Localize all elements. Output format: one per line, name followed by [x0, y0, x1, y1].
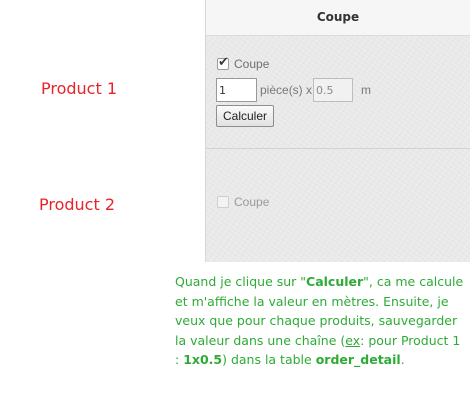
quantity-unit-label: pièce(s) x [260, 83, 313, 97]
coupe-column-header: Coupe [206, 0, 470, 36]
coupe-panel: Coupe ✔ Coupe pièce(s) x m Calculer Coup… [205, 0, 470, 262]
product-1-dimensions: pièce(s) x m [216, 78, 371, 102]
coupe-column-title: Coupe [316, 10, 360, 24]
product-1-coupe-checkbox[interactable]: ✔ [217, 55, 229, 70]
row-divider [206, 148, 470, 149]
calculer-button[interactable]: Calculer [216, 105, 275, 127]
product-1-coupe-option[interactable]: ✔ Coupe [217, 55, 270, 71]
product-2-coupe-checkbox[interactable] [217, 196, 229, 208]
note-text-5: . [400, 352, 405, 368]
note-table-name: order_detail [315, 352, 401, 368]
note-text-4: ) dans la table [222, 352, 316, 368]
explanation-note: Quand je clique sur "Calculer", ca me ca… [175, 272, 465, 370]
length-unit-label: m [361, 83, 372, 97]
product-2-label: Product 2 [39, 195, 116, 214]
page: Product 1 Product 2 Coupe ✔ Coupe pièce(… [0, 0, 470, 401]
product-1-label: Product 1 [41, 79, 118, 98]
note-example-value: 1x0.5 [183, 352, 223, 368]
note-ex-label: ex [345, 332, 361, 348]
product-2-coupe-label: Coupe [234, 195, 270, 209]
note-button-ref: Calculer [306, 274, 364, 289]
product-2-coupe-option[interactable]: Coupe [217, 195, 269, 209]
product-1-coupe-label: Coupe [234, 57, 270, 71]
length-input[interactable] [313, 78, 354, 102]
quantity-input[interactable] [216, 78, 257, 102]
note-text-1: Quand je clique sur " [175, 274, 307, 289]
check-icon: ✔ [218, 55, 229, 70]
